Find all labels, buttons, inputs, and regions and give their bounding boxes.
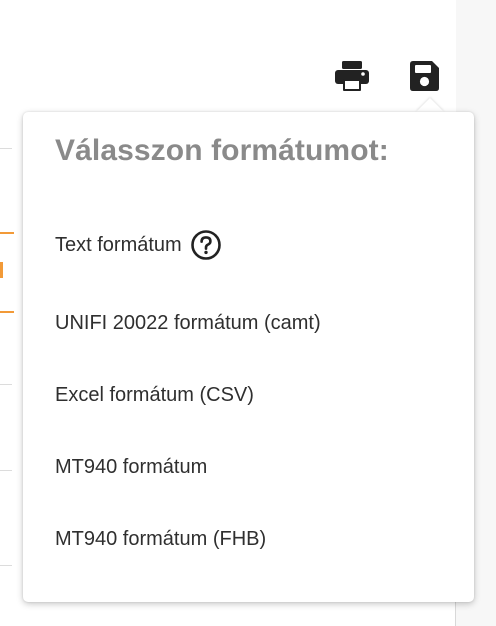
panel-divider [455, 600, 456, 626]
option-label: MT940 formátum [55, 455, 208, 478]
option-label: Text formátum [55, 233, 182, 256]
option-mt940-fhb[interactable]: MT940 formátum (FHB) [55, 522, 266, 556]
help-circle-icon[interactable] [190, 229, 222, 261]
menu-title: Válasszon formátumot: [55, 134, 389, 167]
highlight-row-bottom-border [0, 311, 14, 313]
highlight-row-marker [0, 262, 3, 278]
option-mt940[interactable]: MT940 formátum [55, 450, 207, 484]
popover-arrow [416, 98, 444, 112]
print-button[interactable] [334, 58, 370, 94]
table-divider [0, 384, 12, 385]
option-label: UNIFI 20022 formátum (camt) [55, 311, 321, 334]
table-divider [0, 565, 12, 566]
option-text-format[interactable]: Text formátum [55, 228, 222, 262]
export-format-menu: Válasszon formátumot: Text formátum UNIF… [23, 112, 474, 602]
highlight-row-top-border [0, 232, 14, 234]
save-button[interactable] [406, 58, 442, 94]
option-label: Excel formátum (CSV) [55, 383, 254, 406]
printer-icon [335, 61, 369, 91]
option-excel-csv[interactable]: Excel formátum (CSV) [55, 378, 254, 412]
floppy-disk-icon [410, 61, 439, 91]
option-unifi-camt[interactable]: UNIFI 20022 formátum (camt) [55, 306, 321, 340]
table-divider [0, 148, 12, 149]
option-label: MT940 formátum (FHB) [55, 527, 267, 550]
table-divider [0, 470, 12, 471]
